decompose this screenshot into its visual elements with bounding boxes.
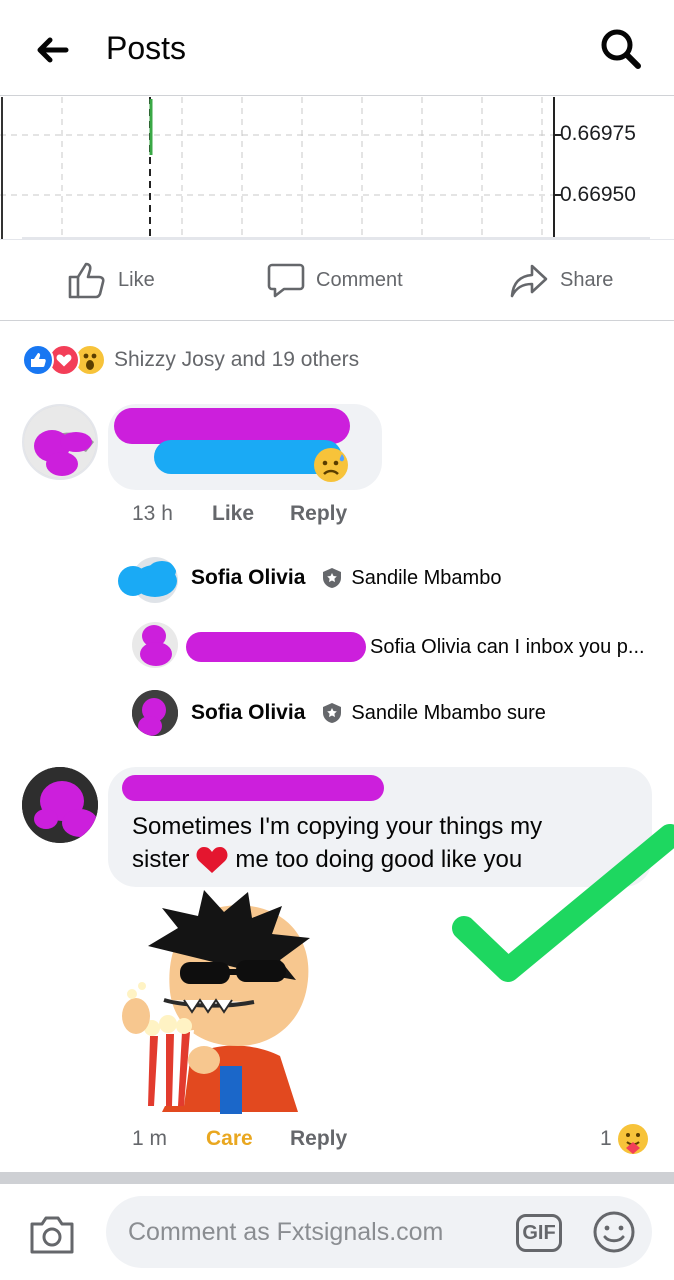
- comment-reaction-count[interactable]: 1: [600, 1122, 650, 1156]
- camera-icon[interactable]: [28, 1212, 76, 1256]
- sad-sweat-emoji-icon: [314, 448, 348, 482]
- redacted-avatar-mark: [118, 566, 148, 596]
- reply-avatar[interactable]: [132, 622, 178, 668]
- like-button[interactable]: Like: [66, 258, 155, 302]
- reply-text: Sandile Mbambo: [351, 566, 502, 589]
- gif-button[interactable]: GIF: [516, 1214, 562, 1252]
- reaction-count-number: 1: [600, 1127, 612, 1150]
- shield-star-icon: [323, 703, 342, 723]
- like-reaction-icon: [22, 344, 54, 376]
- reply-avatar[interactable]: [132, 690, 178, 736]
- green-checkmark-icon: [452, 824, 674, 982]
- share-label: Share: [560, 268, 614, 291]
- comment-button[interactable]: Comment: [266, 258, 403, 302]
- comment-care-button[interactable]: Care: [206, 1127, 253, 1151]
- popcorn-boy-sticker[interactable]: [112, 888, 326, 1114]
- chart-grid: [0, 97, 650, 239]
- reply-author-name: Sofia Olivia: [191, 701, 306, 724]
- page-title: Posts: [106, 30, 187, 66]
- like-label: Like: [118, 268, 155, 291]
- price-tick-label: 0.66950: [560, 183, 636, 206]
- comment-time: 1 m: [132, 1127, 168, 1150]
- comment-label: Comment: [316, 268, 403, 291]
- care-reaction-icon: [617, 1124, 648, 1154]
- emoji-smile-icon[interactable]: [592, 1210, 636, 1254]
- reply-text: Sofia Olivia can I inbox you p...: [370, 635, 645, 658]
- speech-bubble-icon: [267, 263, 305, 298]
- redacted-name-mark: [122, 775, 384, 801]
- comment-like-button[interactable]: Like: [212, 502, 254, 526]
- search-icon[interactable]: [598, 26, 644, 72]
- comment-time: 13 h: [132, 502, 173, 525]
- comment-text-part: sister: [132, 846, 190, 873]
- reaction-summary-text: Shizzy Josy and 19 others: [114, 348, 360, 371]
- reply-text: Sandile Mbambo sure: [351, 701, 546, 724]
- reply-author-name: Sofia Olivia: [191, 566, 306, 589]
- commenter-avatar[interactable]: [22, 404, 98, 480]
- commenter-avatar[interactable]: [22, 767, 98, 843]
- reply-row[interactable]: Sofia Olivia can I inbox you p...: [186, 632, 645, 662]
- comment-reply-button[interactable]: Reply: [290, 1127, 347, 1151]
- comment-bubble[interactable]: [108, 404, 382, 490]
- comment-input[interactable]: [106, 1196, 652, 1268]
- reply-row[interactable]: Sofia Olivia Sandile Mbambo sure: [191, 701, 546, 725]
- section-divider: [0, 1172, 674, 1184]
- redacted-name-mark: [114, 408, 350, 444]
- share-arrow-icon: [510, 264, 548, 298]
- comment-composer: GIF: [0, 1184, 674, 1280]
- red-heart-icon: [196, 846, 228, 873]
- share-button[interactable]: Share: [508, 258, 613, 302]
- thumbs-up-icon: [68, 262, 105, 299]
- comment-reply-button[interactable]: Reply: [290, 502, 347, 526]
- reply-row[interactable]: Sofia Olivia Sandile Mbambo: [191, 566, 501, 590]
- top-bar: Posts: [0, 0, 674, 96]
- shield-star-icon: [323, 568, 342, 588]
- post-chart-image[interactable]: 0.66975 0.66950: [0, 97, 674, 239]
- back-arrow-icon[interactable]: [30, 28, 74, 72]
- post-action-bar: Like Comment Share: [0, 239, 674, 321]
- redacted-name-mark: [186, 632, 366, 662]
- reaction-summary[interactable]: Shizzy Josy and 19 others: [22, 340, 359, 380]
- price-tick-label: 0.66975: [560, 122, 636, 145]
